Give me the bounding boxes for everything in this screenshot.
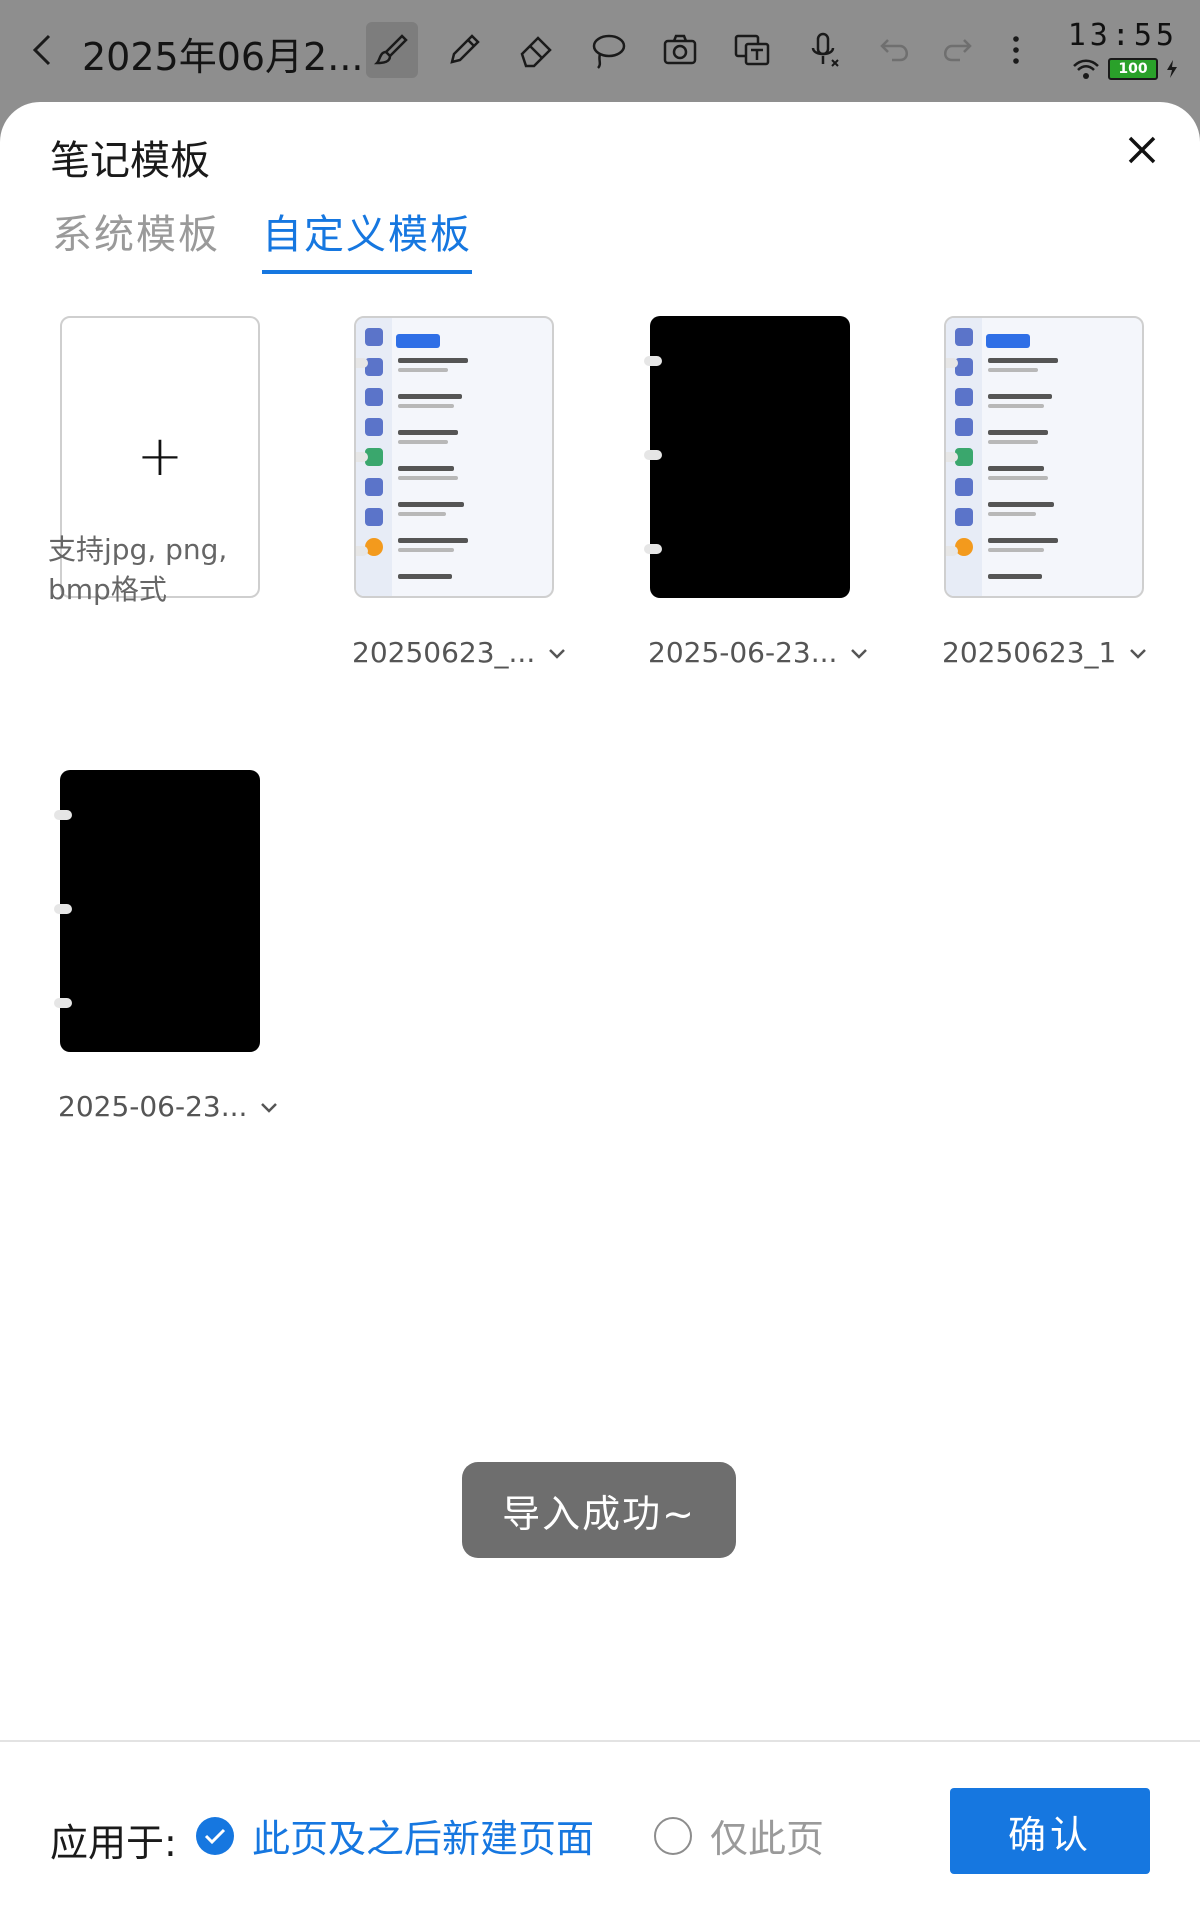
eraser-tool-button[interactable]: [510, 22, 562, 78]
undo-icon: [880, 39, 908, 62]
brush-tool-button[interactable]: [366, 22, 418, 78]
chevron-down-icon: [549, 648, 566, 659]
undo-button[interactable]: [870, 22, 922, 78]
mic-icon: [811, 32, 839, 67]
template-name[interactable]: 20250623_1: [942, 636, 1148, 669]
close-icon: [1128, 136, 1156, 164]
apply-all-following-label: 此页及之后新建页面: [252, 1817, 595, 1861]
template-thumbnail[interactable]: [54, 770, 260, 1052]
template-name[interactable]: 2025-06-23...: [648, 636, 869, 669]
close-button[interactable]: [1114, 122, 1170, 178]
lasso-tool-button[interactable]: [582, 22, 634, 78]
tab-custom-templates[interactable]: 自定义模板: [262, 202, 472, 274]
back-button[interactable]: [24, 30, 60, 70]
document-title[interactable]: 2025年06月2...: [82, 26, 363, 81]
redo-button[interactable]: [930, 22, 982, 78]
redo-icon: [944, 39, 972, 62]
template-thumbnail[interactable]: [944, 316, 1144, 598]
template-thumbnail[interactable]: [354, 316, 554, 598]
chevron-left-icon: [32, 34, 51, 66]
chevron-down-icon: [261, 1102, 278, 1113]
apply-to-label: 应用于:: [50, 1821, 177, 1865]
wifi-icon: [1073, 59, 1099, 79]
apply-this-page-option[interactable]: 仅此页: [654, 1808, 824, 1863]
confirm-button[interactable]: 确认: [950, 1788, 1150, 1874]
chevron-down-icon: [851, 648, 868, 659]
footer-divider: [0, 1740, 1200, 1742]
import-success-toast: 导入成功~: [462, 1462, 736, 1558]
charging-icon: [1167, 60, 1177, 78]
battery-indicator: 100: [1108, 58, 1158, 80]
template-thumbnail[interactable]: [644, 316, 850, 598]
chevron-down-icon: [1130, 648, 1147, 659]
more-icon: [1013, 36, 1019, 64]
sheet-title: 笔记模板: [50, 138, 210, 184]
radio-unchecked-icon: [654, 1816, 692, 1855]
template-name[interactable]: 20250623_...: [352, 636, 567, 669]
status-icons: 100: [1072, 58, 1178, 80]
more-button[interactable]: [990, 22, 1042, 78]
plus-icon: +: [136, 424, 184, 489]
lasso-icon: [592, 34, 626, 69]
top-toolbar: 2025年06月2... 13:55 100: [0, 0, 1200, 100]
voice-tool-button[interactable]: [798, 22, 850, 78]
tab-system-templates[interactable]: 系统模板: [52, 202, 220, 270]
add-template-hint: 支持jpg, png, bmp格式: [48, 533, 228, 606]
pencil-tool-button[interactable]: [438, 22, 490, 78]
status-clock: 13:55: [1067, 18, 1178, 53]
camera-icon: [663, 34, 697, 65]
radio-checked-icon: [196, 1816, 234, 1855]
translate-icon: [734, 34, 770, 66]
brush-icon: [373, 34, 408, 65]
template-name[interactable]: 2025-06-23...: [58, 1090, 279, 1123]
note-template-sheet: 笔记模板 系统模板 自定义模板 + 支持jpg, png, bmp格式 2025…: [0, 102, 1200, 1920]
camera-tool-button[interactable]: [654, 22, 706, 78]
pencil-icon: [450, 34, 480, 64]
eraser-icon: [520, 36, 552, 68]
translate-tool-button[interactable]: [726, 22, 778, 78]
apply-this-page-label: 仅此页: [710, 1817, 825, 1861]
apply-all-following-option[interactable]: 此页及之后新建页面: [196, 1808, 594, 1863]
